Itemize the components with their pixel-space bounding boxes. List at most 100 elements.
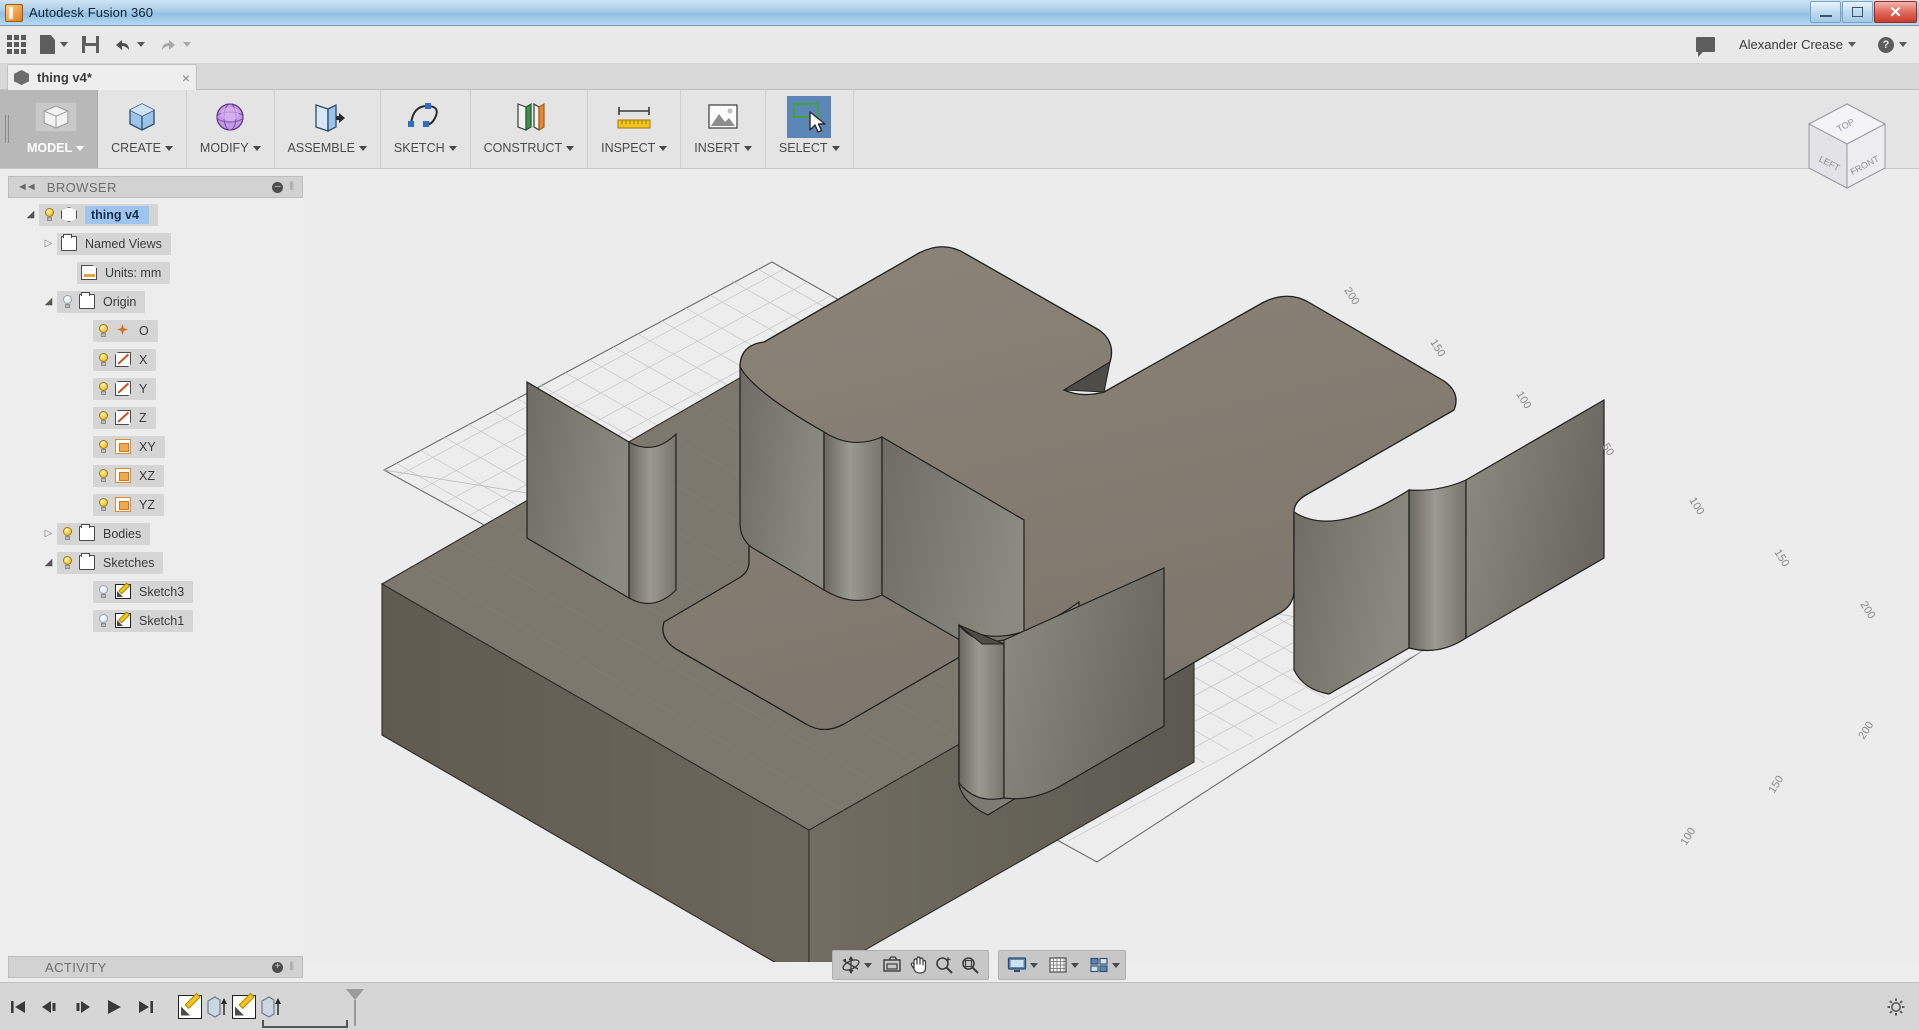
twisty-expanded-icon[interactable]: ◢ xyxy=(40,557,57,568)
ribbon-panel-modify[interactable]: MODIFY xyxy=(187,90,275,168)
extrude-icon[interactable] xyxy=(260,995,282,1019)
tree-item-origin[interactable]: ◢ Origin xyxy=(8,287,303,316)
light-bulb-icon[interactable] xyxy=(97,323,110,338)
app-grid-button[interactable] xyxy=(0,26,33,64)
light-bulb-icon[interactable] xyxy=(61,294,74,309)
timeline-marker[interactable] xyxy=(346,988,364,1000)
play-icon[interactable] xyxy=(104,997,124,1017)
skip-forward-icon[interactable] xyxy=(136,997,156,1017)
tree-item-named-views[interactable]: ▷ Named Views xyxy=(8,229,303,258)
close-icon[interactable]: × xyxy=(182,70,190,86)
extrude-icon[interactable] xyxy=(206,995,228,1019)
light-bulb-icon[interactable] xyxy=(97,497,110,512)
step-back-icon[interactable] xyxy=(40,997,60,1017)
chevron-down-icon[interactable] xyxy=(1899,42,1907,47)
light-bulb-icon[interactable] xyxy=(97,381,110,396)
step-forward-icon[interactable] xyxy=(72,997,92,1017)
save-button[interactable] xyxy=(75,26,106,64)
tree-item-x[interactable]: X xyxy=(8,345,303,374)
chevron-down-icon[interactable] xyxy=(1112,962,1120,968)
tree-item-row[interactable]: Bodies xyxy=(57,522,151,545)
tree-item-sketches[interactable]: ◢ Sketches xyxy=(8,548,303,577)
maximize-button[interactable] xyxy=(1842,1,1873,23)
viewports-icon[interactable] xyxy=(1086,952,1112,978)
orbit-icon[interactable] xyxy=(838,952,864,978)
user-menu-label[interactable]: Alexander Crease xyxy=(1739,37,1843,52)
twisty-expanded-icon[interactable]: ◢ xyxy=(40,296,57,307)
tab-thing-v4[interactable]: thing v4* × xyxy=(7,64,197,90)
twisty-collapsed-icon[interactable]: ▷ xyxy=(40,528,57,539)
file-menu-button[interactable] xyxy=(33,26,75,64)
light-bulb-icon[interactable] xyxy=(97,613,110,628)
tree-item-xy[interactable]: XY xyxy=(8,432,303,461)
double-left-arrow-icon[interactable]: ◄◄ xyxy=(17,181,37,193)
workspace-switcher-model[interactable]: MODEL xyxy=(14,90,99,168)
tree-item-xz[interactable]: XZ xyxy=(8,461,303,490)
twisty-collapsed-icon[interactable]: ▷ xyxy=(40,238,57,249)
3d-viewport[interactable]: 200 150 100 50 100 150 200 200 150 100 xyxy=(304,170,1919,962)
tree-item-row[interactable]: Sketch3 xyxy=(93,580,194,603)
light-bulb-icon[interactable] xyxy=(97,352,110,367)
panel-grip-icon[interactable]: ⦀ xyxy=(289,181,294,194)
tree-item-row[interactable]: X xyxy=(93,348,157,371)
undo-button[interactable] xyxy=(106,26,152,64)
tree-item-row[interactable]: Origin xyxy=(57,290,146,313)
question-mark-icon[interactable]: ? xyxy=(1878,36,1894,53)
tree-item-row[interactable]: Y xyxy=(93,377,157,400)
chevron-down-icon[interactable] xyxy=(1071,962,1079,968)
tree-item-row[interactable]: Named Views xyxy=(57,232,171,255)
light-bulb-icon[interactable] xyxy=(97,584,110,599)
tree-item-row[interactable]: thing v4 xyxy=(39,203,158,226)
ribbon-panel-create[interactable]: CREATE xyxy=(98,90,187,168)
ribbon-panel-insert[interactable]: INSERT xyxy=(681,90,766,168)
grid-icon[interactable] xyxy=(1045,952,1071,978)
light-bulb-icon[interactable] xyxy=(43,207,56,222)
tree-item-row[interactable]: Z xyxy=(93,406,156,429)
chevron-down-icon[interactable] xyxy=(1848,42,1856,47)
ribbon-panel-assemble[interactable]: ASSEMBLE xyxy=(275,90,381,168)
light-bulb-icon[interactable] xyxy=(97,439,110,454)
tree-item-o[interactable]: O xyxy=(8,316,303,345)
light-bulb-icon[interactable] xyxy=(97,410,110,425)
gear-icon[interactable] xyxy=(1887,998,1905,1016)
look-at-icon[interactable] xyxy=(879,952,905,978)
plus-circle-icon[interactable]: + xyxy=(272,961,284,973)
tree-item-row[interactable]: Units: mm xyxy=(77,261,171,284)
panel-grip-icon[interactable]: ⦀ xyxy=(289,961,294,974)
tree-item-row[interactable]: O xyxy=(93,319,158,342)
ribbon-grip[interactable] xyxy=(0,90,14,168)
twisty-expanded-icon[interactable]: ◢ xyxy=(22,209,39,220)
sketch-icon[interactable] xyxy=(232,994,256,1019)
tree-item-y[interactable]: Y xyxy=(8,374,303,403)
tree-item-row[interactable]: XY xyxy=(93,435,165,458)
ribbon-panel-construct[interactable]: CONSTRUCT xyxy=(471,90,589,168)
redo-button[interactable] xyxy=(152,26,198,64)
tree-item-row[interactable]: Sketch1 xyxy=(93,609,194,632)
sketch-icon[interactable] xyxy=(178,994,202,1019)
chevron-down-icon[interactable] xyxy=(1030,962,1038,968)
light-bulb-icon[interactable] xyxy=(97,468,110,483)
chevron-down-icon[interactable] xyxy=(864,962,872,968)
tree-item-sketch3[interactable]: Sketch3 xyxy=(8,577,303,606)
light-bulb-icon[interactable] xyxy=(61,526,74,541)
tree-item-row[interactable]: XZ xyxy=(93,464,164,487)
tree-item-sketch1[interactable]: Sketch1 xyxy=(8,606,303,635)
speech-bubble-icon[interactable] xyxy=(1695,37,1715,52)
tree-item-row[interactable]: YZ xyxy=(93,493,164,516)
view-cube[interactable]: TOP LEFT FRONT xyxy=(1797,96,1897,196)
tree-item-z[interactable]: Z xyxy=(8,403,303,432)
ribbon-panel-inspect[interactable]: INSPECT xyxy=(588,90,682,168)
tree-item-row[interactable]: Sketches xyxy=(57,551,164,574)
light-bulb-icon[interactable] xyxy=(61,555,74,570)
close-button[interactable]: ✕ xyxy=(1874,1,1917,23)
tree-item-bodies[interactable]: ▷ Bodies xyxy=(8,519,303,548)
tree-item-yz[interactable]: YZ xyxy=(8,490,303,519)
minus-circle-icon[interactable]: – xyxy=(272,181,284,193)
monitor-icon[interactable] xyxy=(1004,952,1030,978)
fit-view-icon[interactable] xyxy=(957,952,983,978)
tree-item-thing-v4[interactable]: ◢ thing v4 xyxy=(8,200,303,229)
ribbon-panel-select[interactable]: SELECT xyxy=(766,90,854,168)
minimize-button[interactable] xyxy=(1810,1,1841,23)
tree-item-units-mm[interactable]: Units: mm xyxy=(8,258,303,287)
ribbon-panel-sketch[interactable]: SKETCH xyxy=(381,90,471,168)
